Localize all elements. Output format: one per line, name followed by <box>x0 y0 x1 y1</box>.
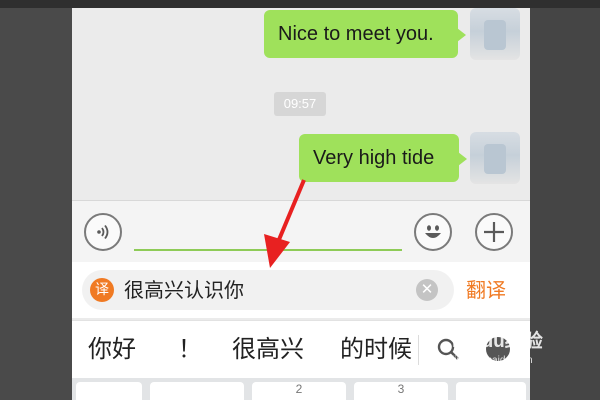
background-left <box>0 0 72 400</box>
candidate-word[interactable]: 的时候 <box>340 335 416 363</box>
message-text: Nice to meet you. <box>278 23 434 45</box>
watermark-url: jingyan.baidu.com <box>452 355 533 366</box>
clear-icon[interactable]: ✕ <box>416 279 438 301</box>
message-bubble-outgoing[interactable]: Very high tide <box>299 134 467 182</box>
message-text: Very high tide <box>313 147 435 169</box>
candidate-word[interactable]: 很高兴 <box>232 335 304 363</box>
background-top <box>0 0 600 8</box>
voice-icon <box>97 224 109 240</box>
candidate-word[interactable]: 你好 <box>88 335 136 363</box>
watermark-logo: Baidu经验 <box>452 331 543 352</box>
candidate-word[interactable]: ！ <box>178 335 202 363</box>
translate-text: 很高兴认识你 <box>124 278 244 302</box>
plus-icon <box>484 222 504 242</box>
emoji-button[interactable] <box>414 213 452 251</box>
chat-area[interactable]: Nice to meet you. 09:57 Very high tide <box>72 8 530 198</box>
voice-button[interactable] <box>84 213 122 251</box>
message-bubble-outgoing[interactable]: Nice to meet you. <box>264 10 466 58</box>
user-avatar[interactable] <box>470 8 520 60</box>
keyboard-key[interactable]: 2 <box>252 382 346 400</box>
keyboard-key[interactable] <box>150 382 244 400</box>
pointer-arrow <box>264 179 306 268</box>
plus-button[interactable] <box>475 213 513 251</box>
translate-badge-icon: 译 <box>90 278 114 302</box>
divider <box>418 335 419 365</box>
user-avatar[interactable] <box>470 132 520 184</box>
translate-button[interactable]: 翻译 <box>466 278 506 302</box>
keyboard-key[interactable]: 3 <box>354 382 448 400</box>
translate-suggestion[interactable]: 译 很高兴认识你 ✕ <box>82 270 454 310</box>
keyboard-key[interactable] <box>456 382 526 400</box>
keyboard: 2 3 <box>72 378 530 400</box>
watermark: Baidu经验 jingyan.baidu.com <box>452 326 543 366</box>
timestamp: 09:57 <box>274 92 326 116</box>
keyboard-key[interactable] <box>76 382 142 400</box>
emoji-icon <box>425 225 441 238</box>
